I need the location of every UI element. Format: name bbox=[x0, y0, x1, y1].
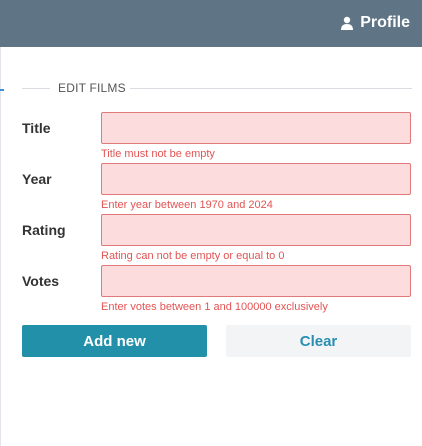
year-label: Year bbox=[22, 171, 52, 187]
resize-handle-mark bbox=[0, 89, 4, 91]
title-label: Title bbox=[22, 120, 51, 136]
title-input[interactable] bbox=[101, 112, 411, 144]
votes-label: Votes bbox=[22, 273, 60, 289]
panel-divider bbox=[0, 47, 1, 446]
add-new-button[interactable]: Add new bbox=[22, 325, 207, 357]
votes-error: Enter votes between 1 and 100000 exclusi… bbox=[101, 301, 328, 313]
rating-input[interactable] bbox=[101, 214, 411, 246]
year-error: Enter year between 1970 and 2024 bbox=[101, 199, 273, 211]
form-legend-text: EDIT FILMS bbox=[58, 81, 126, 95]
profile-label: Profile bbox=[360, 14, 410, 31]
user-icon bbox=[341, 16, 354, 30]
clear-button[interactable]: Clear bbox=[226, 325, 411, 357]
rating-label: Rating bbox=[22, 222, 66, 238]
year-input[interactable] bbox=[101, 163, 411, 195]
form-legend: EDIT FILMS bbox=[22, 80, 412, 96]
legend-rule-right bbox=[130, 88, 412, 89]
title-error: Title must not be empty bbox=[101, 148, 215, 160]
rating-error: Rating can not be empty or equal to 0 bbox=[101, 250, 285, 262]
legend-rule-left bbox=[22, 88, 50, 89]
profile-button[interactable]: Profile bbox=[340, 14, 410, 32]
top-bar: Profile bbox=[0, 0, 422, 47]
votes-input[interactable] bbox=[101, 265, 411, 297]
